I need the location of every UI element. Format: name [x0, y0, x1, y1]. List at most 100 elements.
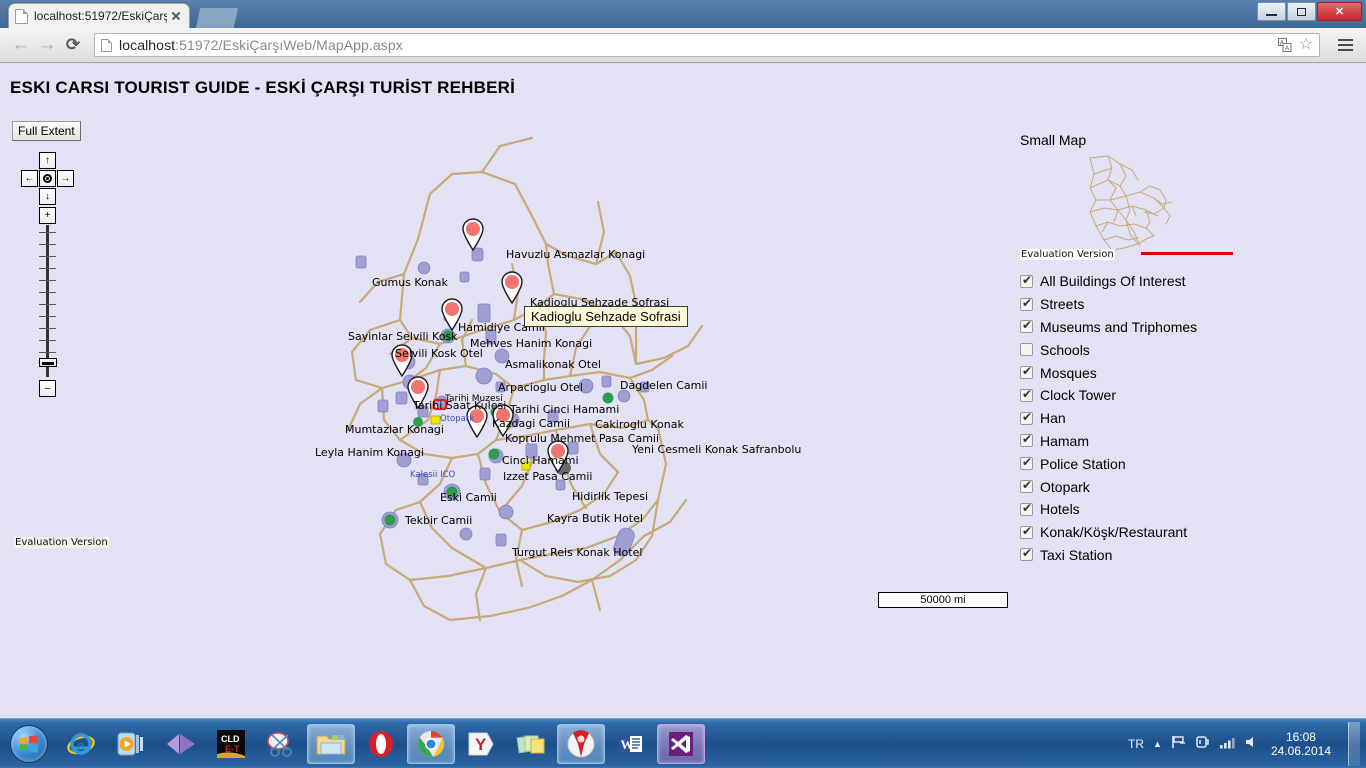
back-arrow-icon[interactable]: ←: [8, 32, 34, 58]
show-desktop-button[interactable]: [1348, 721, 1360, 766]
zoom-slider-track[interactable]: [46, 225, 49, 377]
new-tab-button[interactable]: [196, 8, 238, 28]
taskbar-microsoft-word-icon[interactable]: W: [607, 724, 655, 764]
start-button[interactable]: [2, 722, 56, 766]
legend-item-museums-and-triphomes[interactable]: Museums and Triphomes: [1020, 316, 1270, 339]
checkbox-schools[interactable]: [1020, 343, 1033, 357]
taskbar-visual-studio-icon[interactable]: [657, 723, 705, 764]
checkbox-konak-kosk-restaurant[interactable]: [1020, 524, 1033, 539]
legend-item-hamam[interactable]: Hamam: [1020, 430, 1270, 453]
action-center-flag-icon[interactable]: [1171, 735, 1186, 752]
address-favicon-icon: [101, 38, 112, 52]
address-bar[interactable]: localhost:51972/EskiÇarşıWeb/MapApp.aspx…: [94, 33, 1320, 57]
reload-icon[interactable]: ⟳: [60, 32, 86, 58]
pan-up-button[interactable]: ↑: [39, 152, 56, 169]
power-plug-icon[interactable]: [1195, 735, 1210, 752]
taskbar-snipping-tool-icon[interactable]: [257, 724, 305, 764]
center-map-button[interactable]: [39, 170, 56, 187]
close-tab-icon[interactable]: [169, 9, 183, 23]
legend-label: Konak/Köşk/Restaurant: [1040, 524, 1188, 541]
legend-item-han[interactable]: Han: [1020, 407, 1270, 430]
map-feature-tooltip: Kadioglu Sehzade Sofrasi: [524, 306, 688, 327]
zoom-out-button[interactable]: –: [39, 380, 56, 397]
taskbar-windows-explorer-icon[interactable]: [307, 723, 355, 764]
checkbox-hamam[interactable]: [1020, 432, 1033, 448]
checkbox-otopark[interactable]: [1020, 478, 1033, 494]
legend-item-otopark[interactable]: Otopark: [1020, 475, 1270, 498]
checkbox-streets[interactable]: [1020, 296, 1033, 311]
legend-label: Mosques: [1040, 364, 1097, 381]
evaluation-watermark: Evaluation Version: [14, 537, 109, 548]
close-window-button[interactable]: ✕: [1317, 2, 1362, 21]
legend-item-schools[interactable]: Schools: [1020, 338, 1270, 361]
taskbar-sticky-notes-icon[interactable]: [507, 724, 555, 764]
taskbar-opera-browser-icon[interactable]: [357, 724, 405, 764]
bookmark-star-icon[interactable]: ☆: [1299, 37, 1313, 53]
map-label: Eski Camii: [440, 491, 497, 504]
map-label: Yeni Cesmeli Konak Safranbolu: [632, 443, 802, 456]
taskbar-internet-explorer-icon[interactable]: e: [57, 724, 105, 764]
legend-item-hotels[interactable]: Hotels: [1020, 498, 1270, 521]
map-label: Dagdelen Camii: [620, 379, 708, 392]
map-marker-pin[interactable]: [460, 217, 486, 251]
checkbox-han[interactable]: [1020, 410, 1033, 425]
checkbox-all-buildings-of-interest[interactable]: [1020, 273, 1033, 288]
legend-label: Police Station: [1040, 455, 1126, 472]
map-label: Asmalikonak Otel: [505, 358, 601, 371]
legend-label: Schools: [1040, 341, 1090, 358]
legend-item-mosques[interactable]: Mosques: [1020, 361, 1270, 384]
map-scale-bar: 50000 mi: [878, 592, 1008, 608]
tray-language-indicator[interactable]: TR: [1128, 737, 1144, 751]
checkbox-taxi-station[interactable]: [1020, 546, 1033, 562]
overview-map-vector: [1089, 155, 1173, 251]
map-marker-pin[interactable]: [499, 270, 525, 304]
pan-right-button[interactable]: →: [57, 170, 74, 187]
legend-label: Hotels: [1040, 501, 1080, 518]
taskbar-yandex-browser-icon[interactable]: [557, 723, 605, 764]
taskbar-yandex-white-icon[interactable]: Y: [457, 724, 505, 764]
legend-label: All Buildings Of Interest: [1040, 273, 1186, 290]
zoom-slider-handle[interactable]: [39, 358, 57, 367]
window-controls: ✕: [1257, 2, 1362, 21]
checkbox-clock-tower[interactable]: [1020, 387, 1033, 402]
taskbar-cld-et-app-icon[interactable]: CLD E-T: [207, 724, 255, 764]
legend-item-police-station[interactable]: Police Station: [1020, 452, 1270, 475]
chrome-menu-icon[interactable]: [1332, 32, 1358, 58]
legend-item-clock-tower[interactable]: Clock Tower: [1020, 384, 1270, 407]
translate-icon[interactable]: A A: [1277, 38, 1292, 52]
checkbox-museums-and-triphomes[interactable]: [1020, 318, 1033, 334]
volume-speaker-icon[interactable]: [1244, 735, 1258, 752]
main-map-canvas[interactable]: Havuzlu Asmazlar Konagi Gumus Konak Kadi…: [300, 124, 860, 624]
taskbar-clock[interactable]: 16:08 24.06.2014: [1267, 730, 1335, 758]
network-signal-icon[interactable]: [1219, 736, 1235, 752]
svg-text:e: e: [77, 738, 84, 754]
checkbox-mosques[interactable]: [1020, 364, 1033, 380]
browser-tab[interactable]: localhost:51972/EskiÇarşıW: [8, 3, 190, 28]
checkbox-hotels[interactable]: [1020, 501, 1033, 516]
map-label: Havuzlu Asmazlar Konagi: [506, 248, 646, 261]
browser-window: localhost:51972/EskiÇarşıW ✕ ← → ⟳ local…: [0, 0, 1366, 718]
map-label: Gumus Konak: [372, 276, 448, 289]
checkbox-police-station[interactable]: [1020, 455, 1033, 471]
center-dot-icon: [43, 174, 52, 183]
taskbar-google-chrome-icon[interactable]: [407, 723, 455, 764]
overview-map[interactable]: Evaluation Version: [1020, 154, 1233, 260]
map-label: Sayinlar Selvili Kosk: [348, 330, 458, 343]
show-hidden-icons-icon[interactable]: ▲: [1153, 739, 1162, 749]
restore-button[interactable]: [1287, 2, 1316, 21]
taskbar-windows-media-player-icon[interactable]: [107, 724, 155, 764]
forward-arrow-icon[interactable]: →: [34, 32, 60, 58]
legend-item-konak-kosk-restaurant[interactable]: Konak/Köşk/Restaurant: [1020, 521, 1270, 544]
legend-label: Han: [1040, 410, 1066, 427]
legend-item-all-buildings-of-interest[interactable]: All Buildings Of Interest: [1020, 270, 1270, 293]
full-extent-button[interactable]: Full Extent: [12, 121, 81, 141]
legend-item-streets[interactable]: Streets: [1020, 293, 1270, 316]
legend-item-taxi-station[interactable]: Taxi Station: [1020, 544, 1270, 567]
minimize-button[interactable]: [1257, 2, 1286, 21]
pan-left-button[interactable]: ←: [21, 170, 38, 187]
pan-down-button[interactable]: ↓: [39, 188, 56, 205]
zoom-in-button[interactable]: +: [39, 207, 56, 224]
taskbar-purple-arrow-app-icon[interactable]: [157, 724, 205, 764]
legend-label: Museums and Triphomes: [1040, 318, 1198, 335]
page-favicon-icon: [15, 8, 28, 24]
